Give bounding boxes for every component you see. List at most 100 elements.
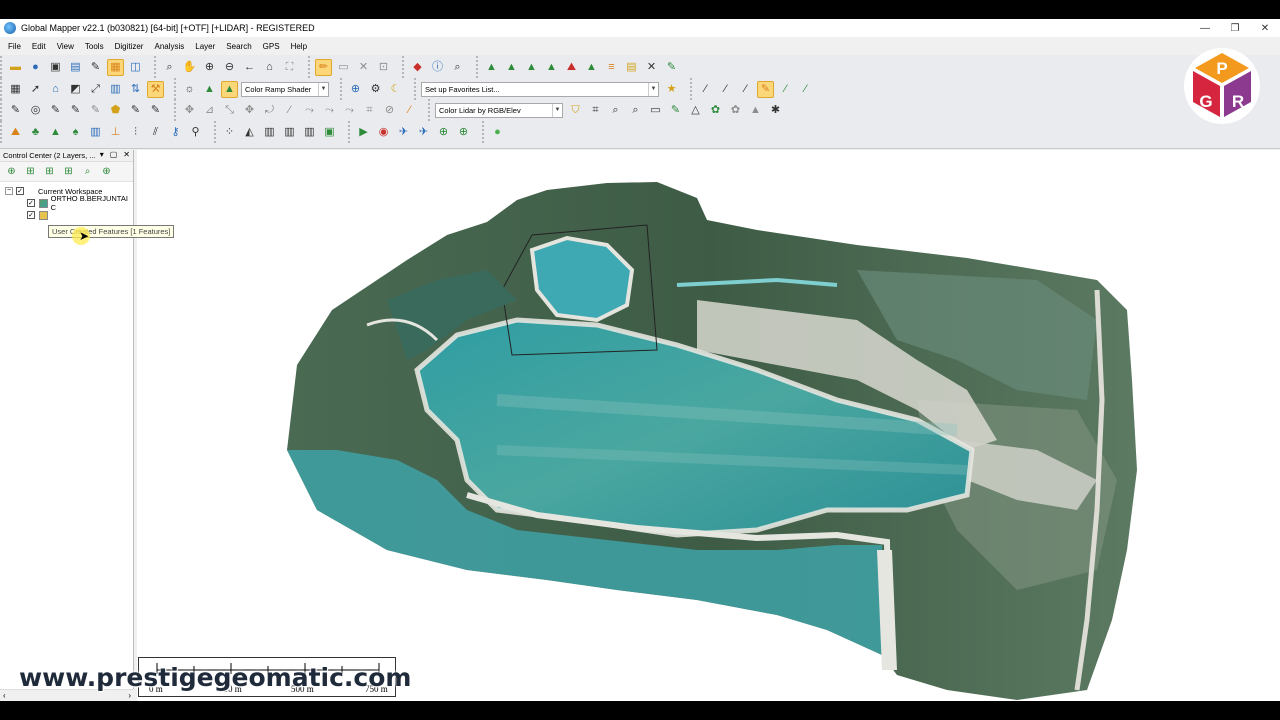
target-icon[interactable]: ◎ — [27, 102, 44, 119]
layer-item[interactable]: ✓ — [0, 209, 133, 221]
hill-icon[interactable]: ▲ — [523, 59, 540, 76]
tower-icon[interactable]: ⊥ — [107, 124, 124, 141]
shader-active-icon[interactable]: ▲ — [221, 80, 238, 98]
menu-view[interactable]: View — [57, 42, 74, 51]
scale-icon[interactable]: ⤡ — [221, 102, 238, 119]
track-icon[interactable]: ⊕ — [435, 124, 452, 141]
reshape-icon[interactable]: ⤳ — [321, 102, 338, 119]
edit-line-2-icon[interactable]: ✎ — [67, 102, 84, 119]
edit-vertex-icon[interactable]: ✎ — [7, 102, 24, 119]
layer-checkbox[interactable]: ✓ — [27, 199, 35, 207]
globe-icon[interactable]: ● — [27, 59, 44, 76]
menu-help[interactable]: Help — [291, 42, 307, 51]
open-folder-icon[interactable]: ▬ — [7, 59, 24, 76]
map-view[interactable] — [137, 150, 1280, 701]
menu-file[interactable]: File — [8, 42, 21, 51]
route-icon[interactable]: ➚ — [27, 81, 44, 98]
shader-combo[interactable]: Color Ramp Shader ▼ — [241, 81, 329, 97]
collapse-icon[interactable]: − — [5, 187, 13, 195]
crossed-tools-icon[interactable]: ✕ — [643, 59, 660, 76]
select-rect-icon[interactable]: ▭ — [335, 59, 352, 76]
terrain-icon[interactable]: ▲ — [483, 59, 500, 76]
road-icon[interactable]: ⫽ — [147, 124, 164, 141]
menu-edit[interactable]: Edit — [32, 42, 46, 51]
transform-icon[interactable]: ⇅ — [127, 81, 144, 98]
tree-icon[interactable]: ♠ — [67, 124, 84, 141]
save-icon[interactable]: ▣ — [47, 59, 64, 76]
building-icon[interactable]: ▥ — [87, 124, 104, 141]
watershed-icon[interactable]: ▲ — [583, 59, 600, 76]
lidar-tin-icon[interactable]: △ — [687, 102, 704, 119]
gps-building-icon[interactable]: ▥ — [261, 124, 278, 141]
lidar-edit-icon[interactable]: ✎ — [663, 59, 680, 76]
edit-line-5-icon[interactable]: ✎ — [147, 102, 164, 119]
split-icon[interactable]: ⁄ — [281, 102, 298, 119]
gear-icon[interactable]: ⚙ — [367, 81, 384, 98]
shader-icon[interactable]: ▲ — [201, 81, 218, 98]
menu-search[interactable]: Search — [226, 42, 251, 51]
track-2-icon[interactable]: ⊕ — [455, 124, 472, 141]
path-profile-icon[interactable]: ⤢ — [87, 81, 104, 98]
map-layout-icon[interactable]: ▤ — [623, 59, 640, 76]
scatter-icon[interactable]: ⁘ — [221, 124, 238, 141]
menu-layer[interactable]: Layer — [195, 42, 215, 51]
zoom-out-icon[interactable]: ⊖ — [221, 59, 238, 76]
join-icon[interactable]: ⤳ — [301, 102, 318, 119]
rotate-icon[interactable]: ⤾ — [261, 102, 278, 119]
lidar-building-icon[interactable]: ✿ — [727, 102, 744, 119]
wrench-icon[interactable]: ✎ — [87, 59, 104, 76]
fly-2-icon[interactable]: ✈ — [415, 124, 432, 141]
tripod-icon[interactable]: ⚲ — [187, 124, 204, 141]
ruler-icon[interactable]: ⁄ — [401, 102, 418, 119]
zoom-tool-icon[interactable]: ⌕ — [161, 59, 178, 76]
workspace-checkbox[interactable]: ✓ — [16, 187, 24, 195]
draw-line-3-icon[interactable]: ⁄ — [737, 81, 754, 98]
terrain-2-icon[interactable]: ▲ — [503, 59, 520, 76]
combine-terrain-icon[interactable]: ≡ — [603, 59, 620, 76]
lidar-profile-icon[interactable]: ▭ — [647, 102, 664, 119]
layer-checkbox[interactable]: ✓ — [27, 211, 35, 219]
restore-button[interactable]: ❐ — [1220, 19, 1250, 37]
grid-view-icon[interactable]: ▦ — [7, 81, 24, 98]
panel-float-icon[interactable]: ▢ — [110, 150, 118, 159]
pan-hand-icon[interactable]: ✋ — [181, 59, 198, 76]
buffer-icon[interactable]: ⊘ — [381, 102, 398, 119]
gps-export-icon[interactable]: ▣ — [321, 124, 338, 141]
3d-view-icon[interactable]: ⌂ — [47, 81, 64, 98]
home-icon[interactable]: ⌂ — [261, 59, 278, 76]
layer-search-icon[interactable]: ⌕ — [80, 164, 95, 179]
info-icon[interactable]: ⓘ — [429, 59, 446, 76]
layer-zoom-icon[interactable]: ⊕ — [4, 164, 19, 179]
layer-item[interactable]: ✓ ORTHO B.BERJUNTAI C — [0, 194, 133, 212]
lidar-classify-icon[interactable]: ✎ — [667, 102, 684, 119]
draw-point-icon[interactable]: ⁄ — [777, 81, 794, 98]
move-icon[interactable]: ✥ — [181, 102, 198, 119]
moon-icon[interactable]: ☾ — [387, 81, 404, 98]
menu-tools[interactable]: Tools — [85, 42, 104, 51]
move-2-icon[interactable]: ✥ — [241, 102, 258, 119]
draw-area-icon[interactable]: ✎ — [757, 80, 774, 98]
area-shape-icon[interactable]: ⬟ — [107, 102, 124, 119]
layer-refresh-icon[interactable]: ⊕ — [99, 164, 114, 179]
layer-metadata-icon[interactable]: ⊞ — [61, 164, 76, 179]
color-globe-icon[interactable]: ● — [489, 124, 506, 141]
key-icon[interactable]: ⚷ — [167, 124, 184, 141]
overlay-icon[interactable]: ▦ — [107, 58, 124, 76]
filter-icon[interactable]: ⛉ — [567, 102, 584, 119]
light-icon[interactable]: ☼ — [181, 81, 198, 98]
lidar-settings-icon[interactable]: ✱ — [767, 102, 784, 119]
layer-add-icon[interactable]: ⊞ — [23, 164, 38, 179]
vertical-exag-icon[interactable]: ⚒ — [147, 80, 164, 98]
scroll-left-icon[interactable]: ‹ — [3, 691, 6, 700]
crop-icon[interactable]: ⌗ — [361, 102, 378, 119]
draw-line-4-icon[interactable]: ⁄ — [797, 81, 814, 98]
terrain-analysis-icon[interactable]: ⛰ — [7, 124, 24, 141]
bar-stats-icon[interactable]: ▥ — [107, 81, 124, 98]
lidar-search-icon[interactable]: ⌕ — [607, 102, 624, 119]
feature-info-icon[interactable]: ⊡ — [375, 59, 392, 76]
menu-gps[interactable]: GPS — [263, 42, 280, 51]
power-line-icon[interactable]: ⫶ — [127, 124, 144, 141]
vertex-icon[interactable]: ⊿ — [201, 102, 218, 119]
layer-window-icon[interactable]: ◫ — [127, 59, 144, 76]
export-icon[interactable]: ▤ — [67, 59, 84, 76]
